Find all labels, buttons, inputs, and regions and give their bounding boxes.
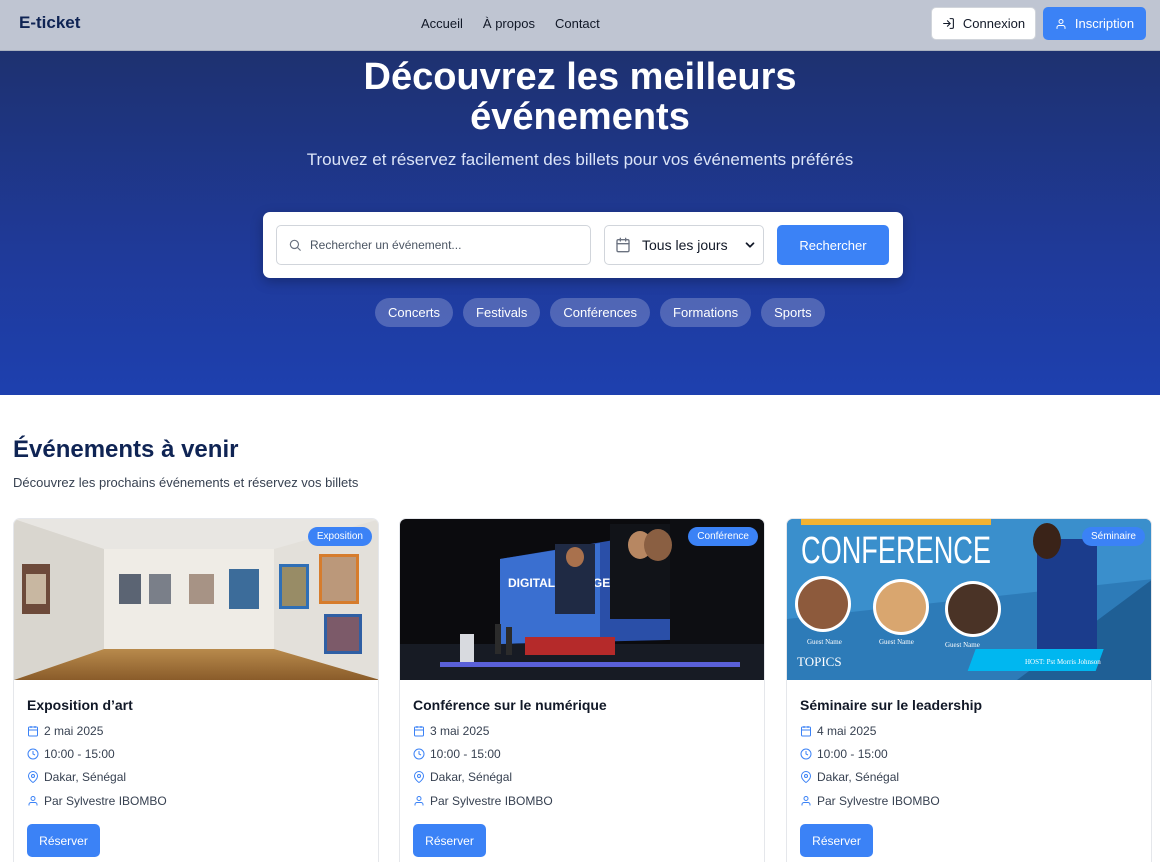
top-navbar: E-ticket Accueil À propos Contact Connex… — [0, 0, 1160, 51]
search-button[interactable]: Rechercher — [777, 225, 889, 265]
event-location-text: Dakar, Sénégal — [44, 770, 127, 784]
event-location: Dakar, Sénégal — [800, 770, 899, 784]
event-title: Séminaire sur le leadership — [800, 697, 983, 713]
event-card[interactable]: Exposition Exposition d’art 2 mai 2025 1… — [13, 518, 379, 862]
brand-logo[interactable]: E-ticket — [19, 13, 80, 33]
signup-label: Inscription — [1074, 16, 1135, 31]
user-icon — [414, 796, 424, 806]
event-organizer-text: Par Sylvestre IBOMBO — [430, 794, 553, 808]
reserve-button[interactable]: Réserver — [800, 824, 873, 857]
calendar-icon — [414, 726, 424, 737]
hero-section: Découvrez les meilleurs événements Trouv… — [0, 51, 1160, 395]
event-time-text: 10:00 - 15:00 — [44, 747, 115, 761]
category-chip-conferences[interactable]: Conférences — [550, 298, 651, 327]
event-organizer-text: Par Sylvestre IBOMBO — [817, 794, 940, 808]
event-title: Exposition d’art — [27, 697, 133, 713]
search-input[interactable] — [310, 238, 580, 252]
hero-subtitle: Trouvez et réservez facilement des bille… — [306, 150, 854, 169]
clock-icon — [27, 748, 39, 760]
map-pin-icon — [27, 771, 39, 783]
hero-title-line2: événements — [470, 96, 690, 138]
event-category-badge: Exposition — [307, 527, 372, 546]
date-filter-select[interactable]: Tous les jours — [604, 225, 764, 265]
event-organizer-text: Par Sylvestre IBOMBO — [44, 794, 167, 808]
nav-link-a-propos[interactable]: À propos — [483, 16, 535, 31]
chevron-down-icon — [745, 242, 755, 248]
calendar-icon — [616, 237, 630, 253]
date-filter-value: Tous les jours — [642, 237, 728, 253]
event-date: 3 mai 2025 — [413, 724, 489, 738]
event-title: Conférence sur le numérique — [413, 697, 607, 713]
event-location-text: Dakar, Sénégal — [817, 770, 900, 784]
section-title: Événements à venir — [13, 436, 239, 463]
nav-link-accueil[interactable]: Accueil — [421, 16, 463, 31]
poster-guest-label-1: Guest Name — [807, 638, 842, 646]
event-card[interactable]: CONFERENCE Guest Name Guest Name Guest N… — [786, 518, 1152, 862]
search-field[interactable] — [276, 225, 591, 265]
category-chip-concerts[interactable]: Concerts — [375, 298, 454, 327]
login-icon — [943, 18, 954, 29]
event-category-badge: Séminaire — [1081, 527, 1145, 546]
signup-button[interactable]: Inscription — [1043, 7, 1146, 40]
nav-link-contact[interactable]: Contact — [555, 16, 600, 31]
event-organizer: Par Sylvestre IBOMBO — [27, 794, 167, 808]
reserve-button[interactable]: Réserver — [413, 824, 486, 857]
event-date-text: 3 mai 2025 — [430, 724, 490, 738]
poster-host: HOST: Pst Morris Johnson — [1025, 658, 1101, 666]
event-date-text: 4 mai 2025 — [817, 724, 877, 738]
hero-title: Découvrez les meilleurs événements — [0, 57, 1160, 137]
event-time: 10:00 - 15:00 — [413, 747, 501, 761]
poster-headline: CONFERENCE — [801, 530, 991, 572]
event-location: Dakar, Sénégal — [27, 770, 126, 784]
category-chips: Concerts Festivals Conférences Formation… — [375, 298, 825, 327]
user-icon — [1056, 18, 1066, 29]
map-pin-icon — [413, 771, 425, 783]
calendar-icon — [801, 726, 811, 737]
event-category-badge: Conférence — [688, 527, 758, 546]
clock-icon — [413, 748, 425, 760]
event-location-text: Dakar, Sénégal — [430, 770, 513, 784]
login-button[interactable]: Connexion — [931, 7, 1036, 40]
nav-links: Accueil À propos Contact — [421, 16, 600, 31]
poster-guest-label-2: Guest Name — [879, 638, 914, 646]
reserve-button[interactable]: Réserver — [27, 824, 100, 857]
event-date: 2 mai 2025 — [27, 724, 103, 738]
event-date: 4 mai 2025 — [800, 724, 876, 738]
hero-title-line1: Découvrez les meilleurs — [363, 56, 797, 98]
poster-guest-label-3: Guest Name — [945, 641, 980, 649]
event-time: 10:00 - 15:00 — [27, 747, 115, 761]
clock-icon — [800, 748, 812, 760]
search-icon — [289, 239, 301, 251]
event-location: Dakar, Sénégal — [413, 770, 512, 784]
map-pin-icon — [800, 771, 812, 783]
event-date-text: 2 mai 2025 — [44, 724, 104, 738]
event-organizer: Par Sylvestre IBOMBO — [413, 794, 553, 808]
event-card[interactable]: DIGITAL CHANGE 2019 Conférence Conférenc… — [399, 518, 765, 862]
event-time-text: 10:00 - 15:00 — [430, 747, 501, 761]
login-label: Connexion — [962, 16, 1026, 31]
event-time: 10:00 - 15:00 — [800, 747, 888, 761]
user-icon — [801, 796, 811, 806]
event-time-text: 10:00 - 15:00 — [817, 747, 888, 761]
section-subtitle: Découvrez les prochains événements et ré… — [13, 475, 359, 490]
category-chip-formations[interactable]: Formations — [660, 298, 752, 327]
event-organizer: Par Sylvestre IBOMBO — [800, 794, 940, 808]
search-panel: Tous les jours Rechercher — [263, 212, 903, 278]
poster-topics: TOPICS — [797, 654, 842, 669]
user-icon — [28, 796, 38, 806]
category-chip-sports[interactable]: Sports — [761, 298, 825, 327]
calendar-icon — [28, 726, 38, 737]
category-chip-festivals[interactable]: Festivals — [463, 298, 541, 327]
